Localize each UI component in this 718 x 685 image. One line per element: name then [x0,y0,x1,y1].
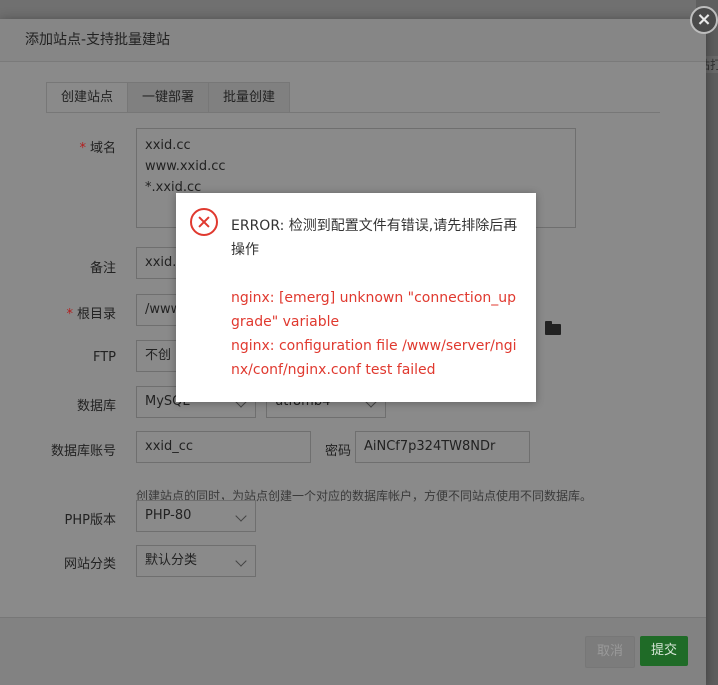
close-icon[interactable]: × [690,6,718,34]
tab-divider [46,112,660,113]
error-title: ERROR: 检测到配置文件有错误,请先排除后再操作 [231,218,518,258]
database-label: 数据库 [76,399,116,414]
site-category-label: 网站分类 [63,557,116,572]
error-icon [190,208,218,236]
error-message: ERROR: 检测到配置文件有错误,请先排除后再操作 nginx: [emerg… [231,214,521,382]
error-detail-line: nginx: [emerg] unknown "connection_upgra… [231,290,517,330]
dialog-footer: 取消 提交 [0,617,706,685]
db-account-label: 数据库账号 [50,444,116,459]
site-category-select[interactable]: 默认分类 [136,545,256,577]
folder-icon[interactable] [545,321,561,335]
domain-line: xxid.cc [145,138,191,153]
tab-batch-create[interactable]: 批量创建 [208,82,291,112]
php-version-select[interactable]: PHP-80 [136,500,256,532]
cancel-button[interactable]: 取消 [585,636,636,668]
dialog-title: 添加站点-支持批量建站 [0,19,706,62]
root-dir-label-text: 根目录 [76,307,116,322]
tab-one-click-deploy[interactable]: 一键部署 [127,82,210,112]
dialog-tabs: 创建站点 一键部署 批量创建 [46,82,291,113]
error-popup: ERROR: 检测到配置文件有错误,请先排除后再操作 nginx: [emerg… [176,193,536,402]
required-mark: * [66,307,73,322]
domain-line: www.xxid.cc [145,159,226,174]
error-detail: nginx: [emerg] unknown "connection_upgra… [231,286,521,382]
submit-button[interactable]: 提交 [640,636,689,666]
site-category-value: 默认分类 [145,553,198,568]
domain-label-text: 域名 [89,141,116,156]
db-password-input[interactable]: AiNCf7p324TW8NDr [355,431,530,463]
root-dir-label: * 根目录 [44,303,116,322]
php-version-label: PHP版本 [64,513,116,528]
ftp-select-value: 不创 [145,348,172,363]
domain-label: * 域名 [44,137,116,156]
error-detail-line: nginx: configuration file /www/server/ng… [231,338,517,378]
db-password-label: 密码 [324,444,351,459]
remark-label: 备注 [89,261,116,276]
ftp-label: FTP [92,350,116,365]
required-mark: * [79,141,86,156]
php-version-value: PHP-80 [145,508,192,523]
tab-create-site[interactable]: 创建站点 [46,82,129,113]
